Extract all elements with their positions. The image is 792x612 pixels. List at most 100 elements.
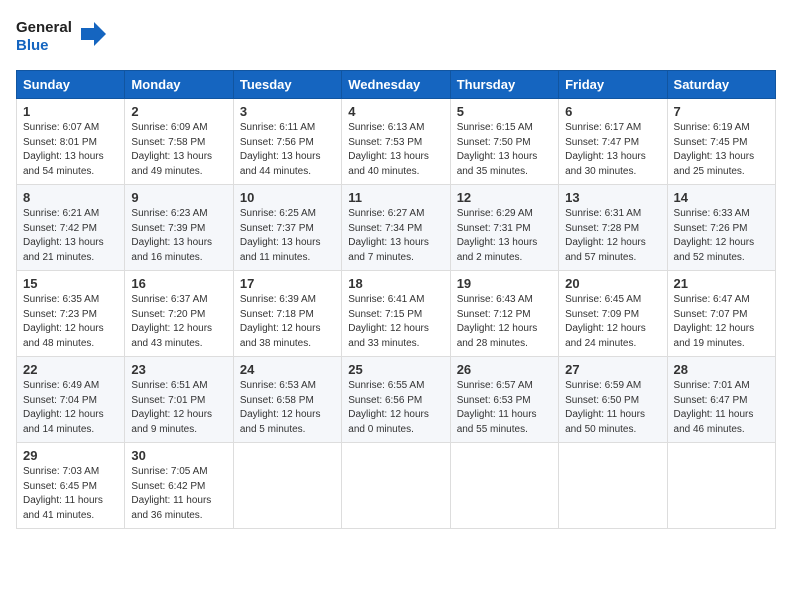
day-info: Sunrise: 6:25 AM Sunset: 7:37 PM Dayligh… xyxy=(240,208,321,263)
calendar-cell: 19 Sunrise: 6:43 AM Sunset: 7:12 PM Dayl… xyxy=(450,271,558,357)
day-number: 20 xyxy=(565,276,660,291)
day-number: 7 xyxy=(674,104,769,119)
calendar-cell: 27 Sunrise: 6:59 AM Sunset: 6:50 PM Dayl… xyxy=(559,357,667,443)
header-thursday: Thursday xyxy=(450,71,558,99)
page-header: General Blue xyxy=(16,16,776,58)
day-info: Sunrise: 6:55 AM Sunset: 6:56 PM Dayligh… xyxy=(348,380,429,435)
day-number: 15 xyxy=(23,276,118,291)
day-number: 1 xyxy=(23,104,118,119)
day-info: Sunrise: 6:11 AM Sunset: 7:56 PM Dayligh… xyxy=(240,122,321,177)
day-number: 3 xyxy=(240,104,335,119)
calendar-header-row: SundayMondayTuesdayWednesdayThursdayFrid… xyxy=(17,71,776,99)
day-number: 26 xyxy=(457,362,552,377)
day-number: 5 xyxy=(457,104,552,119)
calendar-cell: 12 Sunrise: 6:29 AM Sunset: 7:31 PM Dayl… xyxy=(450,185,558,271)
day-info: Sunrise: 6:49 AM Sunset: 7:04 PM Dayligh… xyxy=(23,380,104,435)
calendar-cell: 18 Sunrise: 6:41 AM Sunset: 7:15 PM Dayl… xyxy=(342,271,450,357)
day-info: Sunrise: 6:37 AM Sunset: 7:20 PM Dayligh… xyxy=(131,294,212,349)
day-info: Sunrise: 7:03 AM Sunset: 6:45 PM Dayligh… xyxy=(23,466,103,521)
day-number: 10 xyxy=(240,190,335,205)
day-info: Sunrise: 6:17 AM Sunset: 7:47 PM Dayligh… xyxy=(565,122,646,177)
calendar-cell: 28 Sunrise: 7:01 AM Sunset: 6:47 PM Dayl… xyxy=(667,357,775,443)
svg-text:General: General xyxy=(16,19,72,36)
day-number: 13 xyxy=(565,190,660,205)
calendar-cell: 15 Sunrise: 6:35 AM Sunset: 7:23 PM Dayl… xyxy=(17,271,125,357)
day-number: 11 xyxy=(348,190,443,205)
day-number: 28 xyxy=(674,362,769,377)
calendar-cell: 13 Sunrise: 6:31 AM Sunset: 7:28 PM Dayl… xyxy=(559,185,667,271)
header-friday: Friday xyxy=(559,71,667,99)
calendar-cell: 17 Sunrise: 6:39 AM Sunset: 7:18 PM Dayl… xyxy=(233,271,341,357)
day-info: Sunrise: 6:27 AM Sunset: 7:34 PM Dayligh… xyxy=(348,208,429,263)
day-number: 25 xyxy=(348,362,443,377)
calendar-week-4: 22 Sunrise: 6:49 AM Sunset: 7:04 PM Dayl… xyxy=(17,357,776,443)
day-info: Sunrise: 6:53 AM Sunset: 6:58 PM Dayligh… xyxy=(240,380,321,435)
day-number: 19 xyxy=(457,276,552,291)
day-number: 27 xyxy=(565,362,660,377)
calendar-cell xyxy=(342,443,450,529)
day-info: Sunrise: 6:45 AM Sunset: 7:09 PM Dayligh… xyxy=(565,294,646,349)
day-info: Sunrise: 6:35 AM Sunset: 7:23 PM Dayligh… xyxy=(23,294,104,349)
day-info: Sunrise: 6:21 AM Sunset: 7:42 PM Dayligh… xyxy=(23,208,104,263)
calendar-cell xyxy=(450,443,558,529)
day-info: Sunrise: 7:01 AM Sunset: 6:47 PM Dayligh… xyxy=(674,380,754,435)
calendar-cell: 24 Sunrise: 6:53 AM Sunset: 6:58 PM Dayl… xyxy=(233,357,341,443)
day-number: 30 xyxy=(131,448,226,463)
header-tuesday: Tuesday xyxy=(233,71,341,99)
calendar-cell: 16 Sunrise: 6:37 AM Sunset: 7:20 PM Dayl… xyxy=(125,271,233,357)
calendar-cell: 22 Sunrise: 6:49 AM Sunset: 7:04 PM Dayl… xyxy=(17,357,125,443)
day-info: Sunrise: 6:29 AM Sunset: 7:31 PM Dayligh… xyxy=(457,208,538,263)
calendar-cell: 5 Sunrise: 6:15 AM Sunset: 7:50 PM Dayli… xyxy=(450,99,558,185)
logo: General Blue xyxy=(16,16,106,58)
day-info: Sunrise: 6:07 AM Sunset: 8:01 PM Dayligh… xyxy=(23,122,104,177)
day-info: Sunrise: 7:05 AM Sunset: 6:42 PM Dayligh… xyxy=(131,466,211,521)
day-info: Sunrise: 6:13 AM Sunset: 7:53 PM Dayligh… xyxy=(348,122,429,177)
day-number: 8 xyxy=(23,190,118,205)
calendar-cell xyxy=(667,443,775,529)
calendar-week-3: 15 Sunrise: 6:35 AM Sunset: 7:23 PM Dayl… xyxy=(17,271,776,357)
day-info: Sunrise: 6:39 AM Sunset: 7:18 PM Dayligh… xyxy=(240,294,321,349)
calendar-cell xyxy=(559,443,667,529)
day-info: Sunrise: 6:59 AM Sunset: 6:50 PM Dayligh… xyxy=(565,380,645,435)
calendar-cell: 29 Sunrise: 7:03 AM Sunset: 6:45 PM Dayl… xyxy=(17,443,125,529)
calendar-cell: 21 Sunrise: 6:47 AM Sunset: 7:07 PM Dayl… xyxy=(667,271,775,357)
calendar-cell: 6 Sunrise: 6:17 AM Sunset: 7:47 PM Dayli… xyxy=(559,99,667,185)
day-number: 16 xyxy=(131,276,226,291)
calendar-cell: 23 Sunrise: 6:51 AM Sunset: 7:01 PM Dayl… xyxy=(125,357,233,443)
day-number: 22 xyxy=(23,362,118,377)
day-number: 23 xyxy=(131,362,226,377)
day-info: Sunrise: 6:19 AM Sunset: 7:45 PM Dayligh… xyxy=(674,122,755,177)
day-info: Sunrise: 6:47 AM Sunset: 7:07 PM Dayligh… xyxy=(674,294,755,349)
day-info: Sunrise: 6:09 AM Sunset: 7:58 PM Dayligh… xyxy=(131,122,212,177)
calendar-cell: 20 Sunrise: 6:45 AM Sunset: 7:09 PM Dayl… xyxy=(559,271,667,357)
calendar-cell: 10 Sunrise: 6:25 AM Sunset: 7:37 PM Dayl… xyxy=(233,185,341,271)
header-monday: Monday xyxy=(125,71,233,99)
calendar-cell: 9 Sunrise: 6:23 AM Sunset: 7:39 PM Dayli… xyxy=(125,185,233,271)
calendar-cell: 11 Sunrise: 6:27 AM Sunset: 7:34 PM Dayl… xyxy=(342,185,450,271)
day-number: 18 xyxy=(348,276,443,291)
day-number: 6 xyxy=(565,104,660,119)
day-info: Sunrise: 6:57 AM Sunset: 6:53 PM Dayligh… xyxy=(457,380,537,435)
day-number: 29 xyxy=(23,448,118,463)
day-info: Sunrise: 6:15 AM Sunset: 7:50 PM Dayligh… xyxy=(457,122,538,177)
day-info: Sunrise: 6:43 AM Sunset: 7:12 PM Dayligh… xyxy=(457,294,538,349)
calendar-week-2: 8 Sunrise: 6:21 AM Sunset: 7:42 PM Dayli… xyxy=(17,185,776,271)
calendar-cell: 14 Sunrise: 6:33 AM Sunset: 7:26 PM Dayl… xyxy=(667,185,775,271)
logo-svg: General Blue xyxy=(16,16,106,58)
calendar-cell: 1 Sunrise: 6:07 AM Sunset: 8:01 PM Dayli… xyxy=(17,99,125,185)
header-sunday: Sunday xyxy=(17,71,125,99)
calendar-cell xyxy=(233,443,341,529)
day-info: Sunrise: 6:41 AM Sunset: 7:15 PM Dayligh… xyxy=(348,294,429,349)
calendar-table: SundayMondayTuesdayWednesdayThursdayFrid… xyxy=(16,70,776,529)
day-number: 9 xyxy=(131,190,226,205)
calendar-cell: 3 Sunrise: 6:11 AM Sunset: 7:56 PM Dayli… xyxy=(233,99,341,185)
header-saturday: Saturday xyxy=(667,71,775,99)
day-number: 12 xyxy=(457,190,552,205)
calendar-cell: 25 Sunrise: 6:55 AM Sunset: 6:56 PM Dayl… xyxy=(342,357,450,443)
calendar-cell: 26 Sunrise: 6:57 AM Sunset: 6:53 PM Dayl… xyxy=(450,357,558,443)
calendar-cell: 4 Sunrise: 6:13 AM Sunset: 7:53 PM Dayli… xyxy=(342,99,450,185)
day-number: 24 xyxy=(240,362,335,377)
calendar-cell: 7 Sunrise: 6:19 AM Sunset: 7:45 PM Dayli… xyxy=(667,99,775,185)
calendar-week-1: 1 Sunrise: 6:07 AM Sunset: 8:01 PM Dayli… xyxy=(17,99,776,185)
day-info: Sunrise: 6:33 AM Sunset: 7:26 PM Dayligh… xyxy=(674,208,755,263)
